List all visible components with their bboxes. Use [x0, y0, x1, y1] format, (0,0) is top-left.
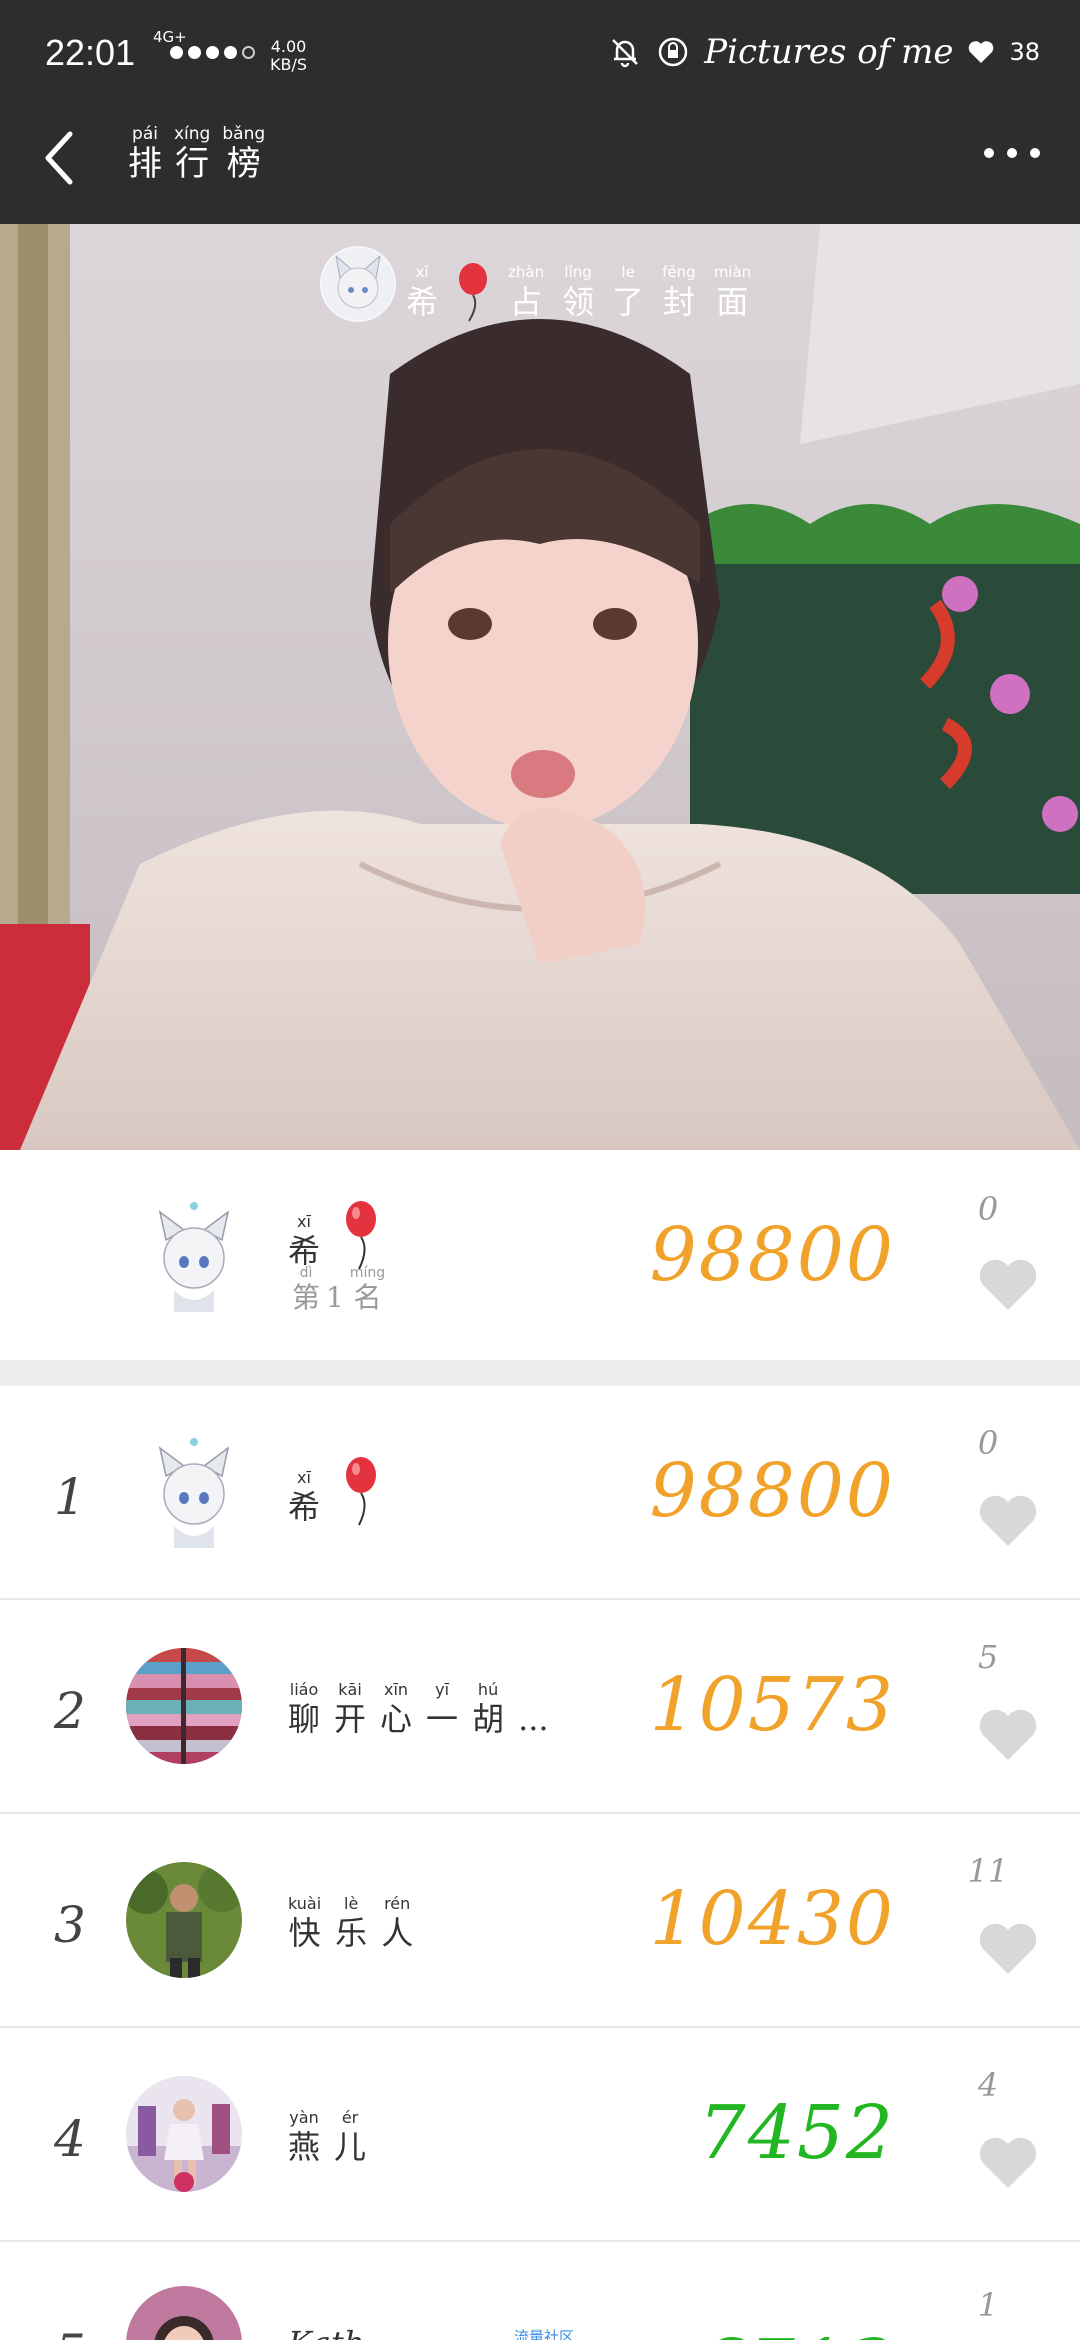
network-type: 4G+: [153, 28, 187, 46]
score: 98800: [649, 1448, 895, 1534]
score: 10430: [649, 1876, 895, 1962]
heart-icon: [969, 41, 994, 63]
balloon-icon: [459, 263, 488, 322]
user-name: kuài 快 lè 乐 rén 人: [288, 1894, 414, 1952]
rank-number: 2: [54, 1682, 86, 1740]
heart-like-icon[interactable]: [978, 1258, 1038, 1312]
my-rank-label: dì 第 1 míng 名: [292, 1265, 386, 1314]
heart-like-icon[interactable]: [978, 1922, 1038, 1976]
cover-caption-char: zhàn 占: [508, 263, 545, 321]
like-count: 1: [977, 2286, 999, 2324]
user-name: Kath: [288, 2324, 364, 2340]
page-title: pái 排 xíng 行 bǎng 榜: [128, 124, 265, 184]
cover-owner-name: xī 希: [406, 263, 439, 321]
cover-owner-avatar[interactable]: [320, 246, 396, 322]
rank-number: 1: [54, 1468, 86, 1526]
ranking-row[interactable]: 2 liáo 聊 kāi 开 xīn 心 yī 一 hú 胡 ... 10573 5: [0, 1600, 1080, 1814]
avatar[interactable]: [126, 2286, 242, 2340]
title-char: pái 排: [128, 124, 162, 184]
speed-unit: KB/S: [270, 55, 308, 74]
avatar[interactable]: [126, 1648, 242, 1764]
cover-photo[interactable]: xī 希 zhàn 占 lǐng 领 le 了 fēng 封 miàn 面: [0, 224, 1080, 1150]
title-char: xíng 行: [174, 124, 211, 184]
ranking-row[interactable]: 5 Kath 流量社区 6713 1: [0, 2242, 1080, 2340]
balloon-icon: [346, 1457, 377, 1526]
title-char: bǎng 榜: [222, 124, 266, 184]
speed-value: 4.00: [270, 37, 307, 56]
ranking-row[interactable]: 3 kuài 快 lè 乐 rén 人 10430 11: [0, 1814, 1080, 2028]
cover-caption-char: le 了: [612, 263, 645, 321]
woman-portrait-avatar-icon: [126, 2286, 242, 2340]
status-bar: 22:01 4G+ 4.00 KB/S Pictures of me 38: [0, 0, 1080, 110]
my-rank-card[interactable]: xī 希 dì 第 1 míng 名 98800 0: [0, 1150, 1080, 1360]
app-header: pái 排 xíng 行 bǎng 榜: [0, 110, 1080, 224]
my-name: xī 希: [288, 1200, 378, 1270]
fabric-stack-avatar-icon: [126, 1648, 242, 1764]
fox-girl-avatar-icon: [322, 248, 394, 320]
avatar[interactable]: [126, 2076, 242, 2192]
name-char: xī 希: [288, 1212, 321, 1270]
cover-image: [0, 224, 1080, 1150]
heart-like-icon[interactable]: [978, 1494, 1038, 1548]
status-right: Pictures of me 38: [608, 32, 1040, 72]
like-count: 5: [977, 1638, 999, 1676]
heart-like-icon[interactable]: [978, 1708, 1038, 1762]
bell-off-icon: [612, 39, 639, 68]
user-name: liáo 聊 kāi 开 xīn 心 yī 一 hú 胡 ...: [288, 1680, 549, 1738]
lock-rotation-icon: [658, 37, 688, 67]
rank-number: 5: [54, 2324, 86, 2340]
section-divider: [0, 1360, 1080, 1386]
signature-overlay: Pictures of me: [704, 32, 954, 72]
balloon-icon: [346, 1201, 377, 1270]
signal-icon: [170, 46, 255, 59]
like-count: 4: [977, 2066, 999, 2104]
status-time: 22:01: [45, 32, 136, 73]
girl-dancing-avatar-icon: [126, 2076, 242, 2192]
cover-caption: xī 希 zhàn 占 lǐng 领 le 了 fēng 封 miàn 面: [406, 262, 751, 322]
ranking-row[interactable]: 4 yàn 燕 ér 儿 7452 4: [0, 2028, 1080, 2242]
score: 10573: [649, 1662, 895, 1748]
cover-caption-char: miàn 面: [713, 263, 752, 321]
my-score: 98800: [649, 1212, 895, 1298]
score: 7452: [698, 2090, 895, 2176]
fox-girl-avatar-icon: [144, 1436, 244, 1548]
battery-level: 38: [1009, 38, 1040, 66]
score: 6713: [699, 2324, 895, 2340]
network-speed: 4.00 KB/S: [270, 38, 307, 74]
rank-number: 3: [54, 1896, 86, 1954]
user-name: xī 希: [288, 1456, 378, 1526]
heart-like-icon[interactable]: [978, 2136, 1038, 2190]
watermark-text: 流量社区: [514, 2328, 575, 2340]
man-outdoor-avatar-icon: [126, 1862, 242, 1978]
user-name: yàn 燕 ér 儿: [288, 2108, 367, 2166]
ranking-row[interactable]: 1 xī 希 98800 0: [0, 1386, 1080, 1600]
more-dots-icon[interactable]: [984, 148, 1040, 158]
cover-caption-char: lǐng 领: [562, 263, 595, 321]
like-count: 11: [967, 1852, 1009, 1890]
rank-number: 4: [54, 2110, 86, 2168]
chevron-left-icon[interactable]: [40, 128, 80, 188]
avatar[interactable]: [144, 1436, 244, 1548]
avatar[interactable]: [144, 1200, 244, 1312]
avatar[interactable]: [126, 1862, 242, 1978]
like-count: 0: [977, 1424, 999, 1462]
cover-owner-banner: xī 希 zhàn 占 lǐng 领 le 了 fēng 封 miàn 面: [320, 246, 751, 322]
cover-caption-char: fēng 封: [662, 263, 696, 321]
my-like-count: 0: [977, 1190, 999, 1228]
fox-girl-avatar-icon: [144, 1200, 244, 1312]
